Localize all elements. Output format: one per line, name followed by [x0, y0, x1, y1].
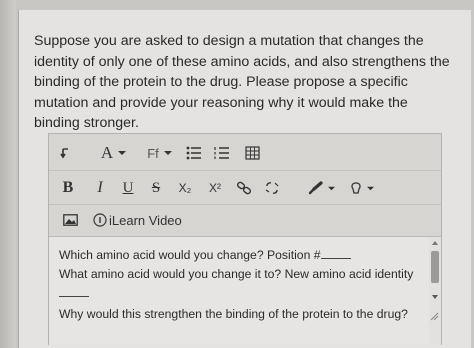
scroll-thumb[interactable] — [431, 251, 439, 283]
chevron-down-icon — [367, 186, 374, 190]
question-text: Suppose you are asked to design a mutati… — [34, 33, 450, 131]
bold-icon[interactable]: B — [57, 177, 79, 199]
chevron-down-icon — [163, 151, 172, 155]
ilearn-video-icon — [93, 213, 107, 227]
italic-icon[interactable]: I — [89, 177, 111, 199]
superscript-label: X² — [209, 181, 221, 195]
ilearn-video-label: iLearn Video — [109, 212, 182, 228]
answer-line-3 — [59, 285, 89, 300]
font-color-button[interactable]: A — [95, 142, 133, 164]
subscript-icon[interactable]: X₂ — [173, 177, 197, 199]
answer-text-area[interactable]: Which amino acid would you change? Posit… — [49, 236, 441, 345]
answer-line-1-text: Which amino acid would you change? Posit… — [59, 248, 321, 262]
toolbar-divider — [49, 170, 441, 171]
resize-handle-icon[interactable] — [429, 311, 439, 321]
bullet-list-icon[interactable] — [183, 143, 205, 163]
superscript-icon[interactable]: X² — [203, 177, 227, 199]
font-color-label: A — [100, 143, 114, 162]
image-icon[interactable] — [59, 210, 81, 230]
ilearn-video-button[interactable]: iLearn Video — [93, 210, 193, 230]
highlight-pen-icon — [308, 181, 323, 195]
strikethrough-icon[interactable]: S — [145, 177, 167, 199]
answer-scrollbar[interactable] — [429, 237, 441, 345]
scroll-down-icon[interactable] — [429, 293, 441, 301]
chevron-down-icon — [328, 186, 335, 190]
position-blank — [320, 247, 351, 259]
chevron-down-icon — [118, 151, 127, 155]
highlight-pen-button[interactable] — [305, 177, 339, 199]
editor-toolbar: A Ff B I U S X₂ X² iLearn Video — [49, 134, 441, 236]
bold-label: B — [62, 179, 74, 196]
answer-line-2: What amino acid would you change it to? … — [59, 267, 414, 281]
paint-icon — [351, 181, 361, 194]
underline-icon[interactable]: U — [117, 177, 139, 199]
italic-label: I — [97, 179, 103, 196]
scroll-up-icon[interactable] — [429, 239, 441, 247]
rich-text-editor: A Ff B I U S X₂ X² iLearn Video Which am… — [48, 133, 442, 345]
paragraph-arrow-icon[interactable] — [55, 143, 77, 163]
underline-label: U — [122, 179, 134, 196]
font-size-button[interactable]: Ff — [141, 142, 179, 164]
toolbar-divider — [49, 204, 441, 205]
answer-line-4: Why would this strengthen the binding of… — [59, 307, 408, 321]
amino-acid-blank — [59, 285, 89, 297]
paint-button[interactable] — [345, 177, 379, 199]
answer-line-1: Which amino acid would you change? Posit… — [59, 247, 351, 262]
unlink-icon[interactable] — [261, 177, 283, 199]
strike-label: S — [151, 179, 161, 196]
link-icon[interactable] — [233, 177, 255, 199]
left-edge-strip — [0, 0, 16, 348]
numbered-list-icon[interactable] — [211, 143, 233, 163]
subscript-label: X₂ — [178, 181, 192, 195]
font-size-label: Ff — [147, 145, 159, 161]
table-icon[interactable] — [241, 143, 263, 163]
